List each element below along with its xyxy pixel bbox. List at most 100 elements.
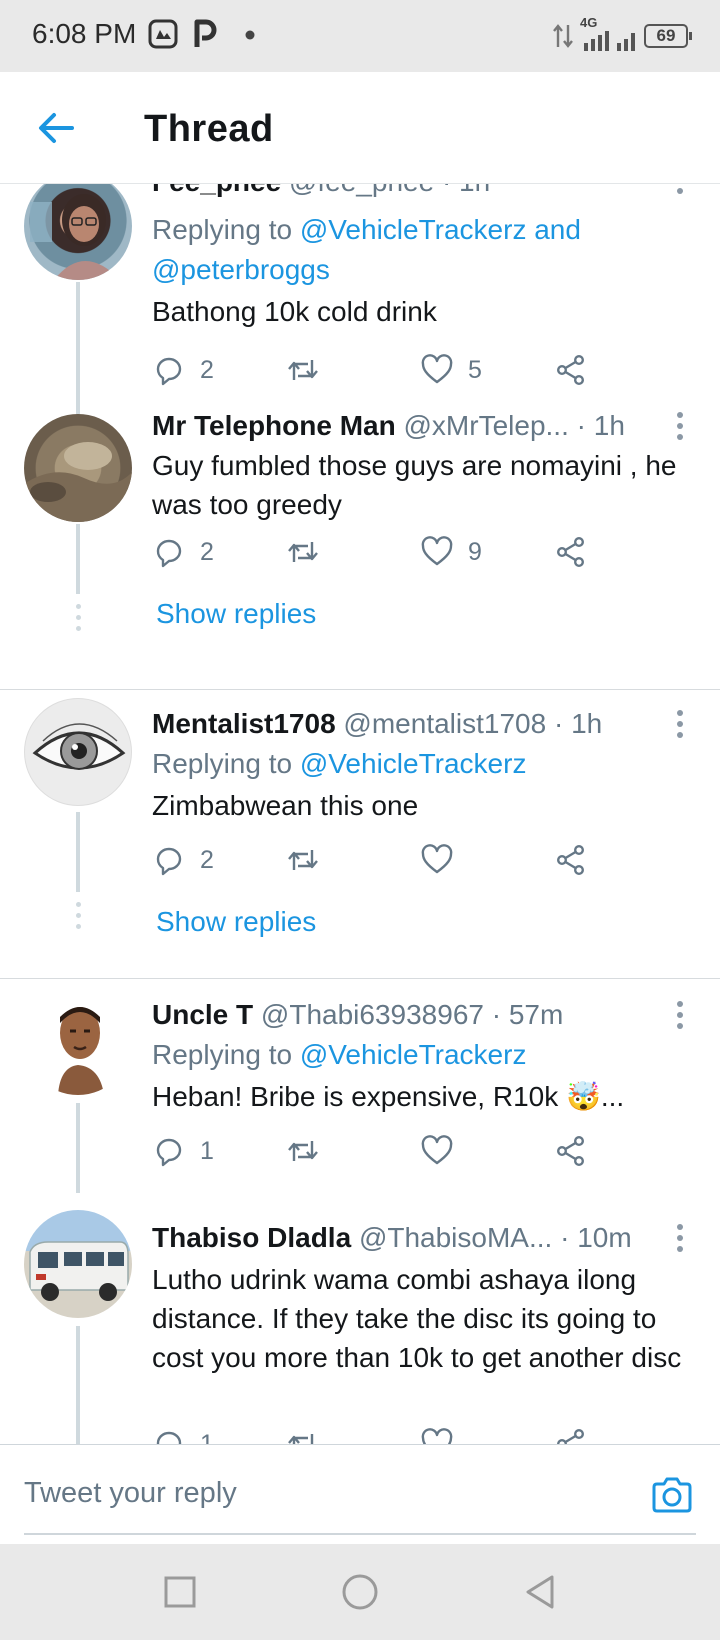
retweet-button[interactable] [286,1424,334,1444]
retweet-icon [288,850,318,870]
thread-line [76,812,80,892]
tweet-text: Heban! Bribe is expensive, R10k [152,1081,559,1112]
retweet-button[interactable] [286,1131,334,1171]
more-options-icon[interactable] [674,1001,686,1033]
retweet-button[interactable] [286,350,334,390]
share-button[interactable] [554,840,588,880]
text-ellipsis: ... [600,1081,625,1112]
recents-square-icon[interactable] [160,1572,200,1612]
thread-line [76,1326,80,1444]
status-bar: 6:08 PM 4G 69 [0,0,720,72]
back-triangle-icon[interactable] [520,1572,560,1612]
reply-icon [156,357,182,386]
reply-button[interactable]: 2 [152,350,214,390]
display-name[interactable]: Thabiso Dladla [152,1222,351,1253]
tweet-actions: 2 [152,840,622,880]
replying-to: Replying to @VehicleTrackerz and @peterb… [152,210,692,290]
share-icon [556,845,585,876]
reply-icon [156,847,182,876]
battery-icon: 69 [644,24,692,48]
mention-and[interactable]: and [534,214,581,245]
avatar[interactable] [24,987,132,1095]
tweet-text-row: Heban! Bribe is expensive, R10k 🤯... [152,1077,702,1116]
tweet-uncle-t[interactable]: Uncle T @Thabi63938967 · 57m Replying to… [0,979,720,1193]
avatar[interactable] [24,184,132,280]
like-button[interactable]: 9 [420,532,482,572]
more-options-icon[interactable] [674,710,686,742]
back-arrow-icon[interactable] [32,104,80,152]
tweet-actions: 1 [152,1424,622,1444]
user-handle: @xMrTelep... [403,410,569,441]
share-button[interactable] [554,1131,588,1171]
tweet-header: Fee_phee @fee_phee · 1h [152,184,490,198]
reply-button[interactable]: 2 [152,532,214,572]
retweet-button[interactable] [286,532,334,572]
user-handle: @fee_phee [289,184,434,197]
tweet-reply-input[interactable] [24,1469,584,1517]
parking-app-icon [194,19,217,47]
tweet-text: Zimbabwean this one [152,790,419,821]
like-button[interactable]: 5 [420,350,482,390]
more-options-icon[interactable] [674,412,686,444]
tweet-time: · 1h [442,184,490,197]
mention-link[interactable]: @VehicleTrackerz [300,1039,527,1070]
avatar[interactable] [24,1210,132,1318]
tweet-text: Guy fumbled those guys are nomayini , he… [152,450,677,520]
share-button[interactable] [554,1424,588,1444]
tweet-mentalist1708[interactable]: Mentalist1708 @mentalist1708 · 1h Replyi… [0,690,720,966]
gallery-app-icon [148,19,178,49]
display-name[interactable]: Fee_phee [152,184,281,197]
replying-to-prefix: Replying to [152,1039,293,1070]
more-options-icon[interactable] [674,1224,686,1256]
replying-to: Replying to @VehicleTrackerz [152,1035,692,1075]
share-button[interactable] [554,350,588,390]
retweet-icon [288,1141,318,1161]
display-name[interactable]: Mr Telephone Man [152,410,396,441]
mention-link[interactable]: @VehicleTrackerz [300,214,527,245]
display-name[interactable]: Uncle T [152,999,253,1030]
reply-button[interactable]: 1 [152,1131,214,1171]
user-handle: @mentalist1708 [343,708,547,739]
avatar[interactable] [24,414,132,522]
retweet-button[interactable] [286,840,334,880]
signal-icon [584,31,635,51]
more-options-icon[interactable] [674,184,686,198]
like-button[interactable] [420,1131,468,1171]
system-nav-bar [0,1544,720,1640]
show-replies-link[interactable]: Show replies [156,906,316,938]
header: Thread [0,72,720,184]
avatar[interactable] [24,698,132,806]
tweet-thabiso-dladla[interactable]: Thabiso Dladla @ThabisoMA... · 10m Lutho… [0,1202,720,1444]
like-button[interactable] [420,840,468,880]
tweet-time: · 1h [576,410,625,441]
network-type: 4G [580,15,598,30]
reply-count: 2 [200,845,214,874]
notification-dot-icon [245,30,255,40]
tweet-fee-phee[interactable]: Fee_phee @fee_phee · 1h Replying to @Veh… [0,184,720,418]
tweet-header: Mentalist1708 @mentalist1708 · 1h [152,708,602,740]
tweet-feed[interactable]: Fee_phee @fee_phee · 1h Replying to @Veh… [0,184,720,1444]
reply-count: 1 [200,1136,214,1165]
status-time: 6:08 PM [32,18,137,49]
camera-icon[interactable] [650,1475,694,1515]
share-button[interactable] [554,532,588,572]
tweet-time: · 1h [553,708,603,739]
heart-icon [421,1135,453,1165]
like-button[interactable] [420,1424,468,1444]
tweet-mr-telephone-man[interactable]: Mr Telephone Man @xMrTelep... · 1h Guy f… [0,394,720,674]
share-icon [556,355,585,386]
signal-4g: 4G [580,15,638,51]
heart-icon [421,844,453,874]
home-circle-icon[interactable] [340,1572,380,1612]
tweet-header: Thabiso Dladla @ThabisoMA... · 10m [152,1222,632,1254]
display-name[interactable]: Mentalist1708 [152,708,336,739]
reply-button[interactable]: 1 [152,1424,214,1444]
status-indicators: 4G 69 [552,15,692,52]
reply-button[interactable]: 2 [152,840,214,880]
heart-icon [421,536,453,566]
mention-link[interactable]: @VehicleTrackerz [300,748,527,779]
show-replies-link[interactable]: Show replies [156,598,316,630]
mention-link[interactable]: @peterbroggs [152,254,330,285]
data-arrows-icon [553,24,573,48]
share-icon [557,1429,585,1444]
